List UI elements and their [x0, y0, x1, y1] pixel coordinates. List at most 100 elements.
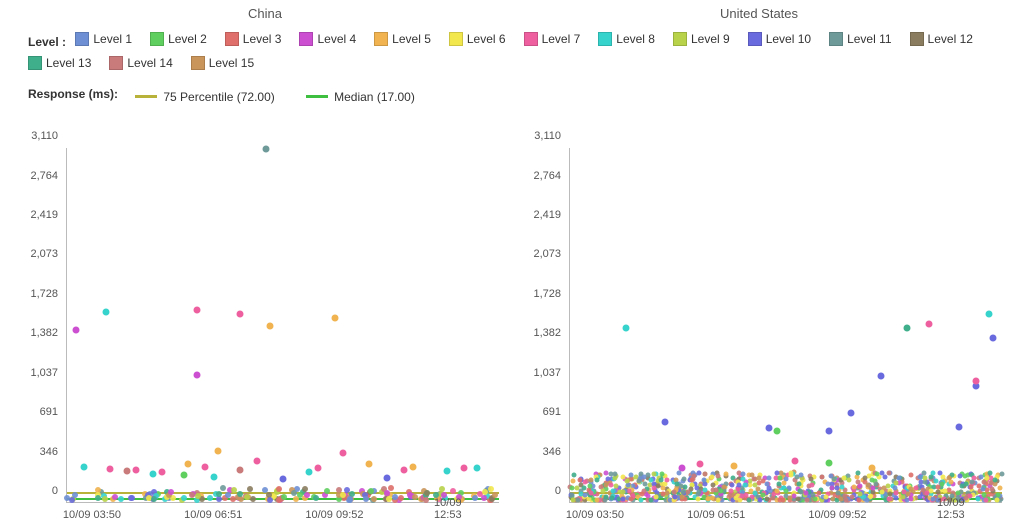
- data-point[interactable]: [777, 498, 782, 503]
- data-point[interactable]: [781, 481, 786, 486]
- data-point[interactable]: [107, 466, 114, 473]
- data-point[interactable]: [836, 490, 841, 495]
- data-point[interactable]: [649, 497, 654, 502]
- data-point[interactable]: [741, 477, 746, 482]
- data-point[interactable]: [856, 497, 861, 502]
- data-point[interactable]: [855, 471, 860, 476]
- data-point[interactable]: [909, 473, 914, 478]
- data-point[interactable]: [858, 483, 863, 488]
- data-point[interactable]: [978, 474, 983, 479]
- data-point[interactable]: [181, 495, 187, 501]
- data-point[interactable]: [893, 480, 898, 485]
- data-point[interactable]: [808, 476, 813, 481]
- data-point[interactable]: [305, 469, 312, 476]
- data-point[interactable]: [474, 464, 481, 471]
- data-point[interactable]: [736, 487, 741, 492]
- data-point[interactable]: [695, 492, 700, 497]
- data-point[interactable]: [747, 498, 752, 503]
- data-point[interactable]: [280, 476, 287, 483]
- data-point[interactable]: [689, 478, 694, 483]
- data-point[interactable]: [903, 324, 910, 331]
- data-point[interactable]: [366, 461, 373, 468]
- data-point[interactable]: [386, 496, 392, 502]
- data-point[interactable]: [302, 486, 308, 492]
- legend-item[interactable]: Level 15: [191, 53, 254, 73]
- data-point[interactable]: [989, 481, 994, 486]
- data-point[interactable]: [847, 478, 852, 483]
- data-point[interactable]: [741, 471, 746, 476]
- data-point[interactable]: [304, 492, 310, 498]
- data-point[interactable]: [189, 492, 195, 498]
- data-point[interactable]: [886, 471, 891, 476]
- data-point[interactable]: [660, 472, 665, 477]
- data-point[interactable]: [751, 477, 756, 482]
- data-point[interactable]: [102, 308, 109, 315]
- data-point[interactable]: [129, 495, 135, 501]
- data-point[interactable]: [914, 485, 919, 490]
- data-point[interactable]: [461, 464, 468, 471]
- data-point[interactable]: [791, 458, 798, 465]
- data-point[interactable]: [193, 371, 200, 378]
- data-point[interactable]: [842, 475, 847, 480]
- data-point[interactable]: [662, 419, 669, 426]
- data-point[interactable]: [957, 474, 962, 479]
- data-point[interactable]: [331, 314, 338, 321]
- plot-area[interactable]: [569, 148, 1002, 503]
- data-point[interactable]: [756, 475, 761, 480]
- data-point[interactable]: [424, 490, 430, 496]
- data-point[interactable]: [363, 496, 369, 502]
- legend-item[interactable]: Level 9: [673, 29, 730, 49]
- data-point[interactable]: [955, 423, 962, 430]
- legend-item[interactable]: Level 10: [748, 29, 811, 49]
- data-point[interactable]: [737, 482, 742, 487]
- data-point[interactable]: [588, 490, 593, 495]
- data-point[interactable]: [718, 489, 723, 494]
- data-point[interactable]: [680, 490, 685, 495]
- data-point[interactable]: [925, 491, 930, 496]
- data-point[interactable]: [238, 496, 244, 502]
- data-point[interactable]: [986, 311, 993, 318]
- data-point[interactable]: [281, 494, 287, 500]
- data-point[interactable]: [577, 478, 582, 483]
- data-point[interactable]: [651, 471, 656, 476]
- data-point[interactable]: [118, 496, 124, 502]
- data-point[interactable]: [679, 483, 684, 488]
- data-point[interactable]: [570, 486, 575, 491]
- data-point[interactable]: [874, 472, 879, 477]
- data-point[interactable]: [880, 471, 885, 476]
- data-point[interactable]: [112, 494, 118, 500]
- data-point[interactable]: [878, 372, 885, 379]
- data-point[interactable]: [594, 477, 599, 482]
- data-point[interactable]: [314, 464, 321, 471]
- data-point[interactable]: [652, 485, 657, 490]
- data-point[interactable]: [701, 478, 706, 483]
- data-point[interactable]: [639, 492, 644, 497]
- legend-item[interactable]: Level 12: [910, 29, 973, 49]
- data-point[interactable]: [595, 498, 600, 503]
- data-point[interactable]: [783, 489, 788, 494]
- data-point[interactable]: [743, 493, 748, 498]
- data-point[interactable]: [795, 497, 800, 502]
- data-point[interactable]: [936, 484, 941, 489]
- data-point[interactable]: [672, 495, 677, 500]
- data-point[interactable]: [340, 450, 347, 457]
- data-point[interactable]: [210, 473, 217, 480]
- data-point[interactable]: [482, 489, 488, 495]
- data-point[interactable]: [893, 485, 898, 490]
- legend-item[interactable]: Level 4: [299, 29, 356, 49]
- data-point[interactable]: [612, 471, 617, 476]
- legend-item[interactable]: Level 14: [109, 53, 172, 73]
- legend-item[interactable]: Level 13: [28, 53, 91, 73]
- data-point[interactable]: [753, 482, 758, 487]
- data-point[interactable]: [847, 410, 854, 417]
- data-point[interactable]: [262, 146, 269, 153]
- data-point[interactable]: [758, 498, 763, 503]
- data-point[interactable]: [180, 471, 187, 478]
- data-point[interactable]: [168, 489, 174, 495]
- data-point[interactable]: [710, 487, 715, 492]
- data-point[interactable]: [997, 486, 1002, 491]
- data-point[interactable]: [774, 428, 781, 435]
- data-point[interactable]: [970, 479, 975, 484]
- data-point[interactable]: [811, 492, 816, 497]
- data-point[interactable]: [344, 487, 350, 493]
